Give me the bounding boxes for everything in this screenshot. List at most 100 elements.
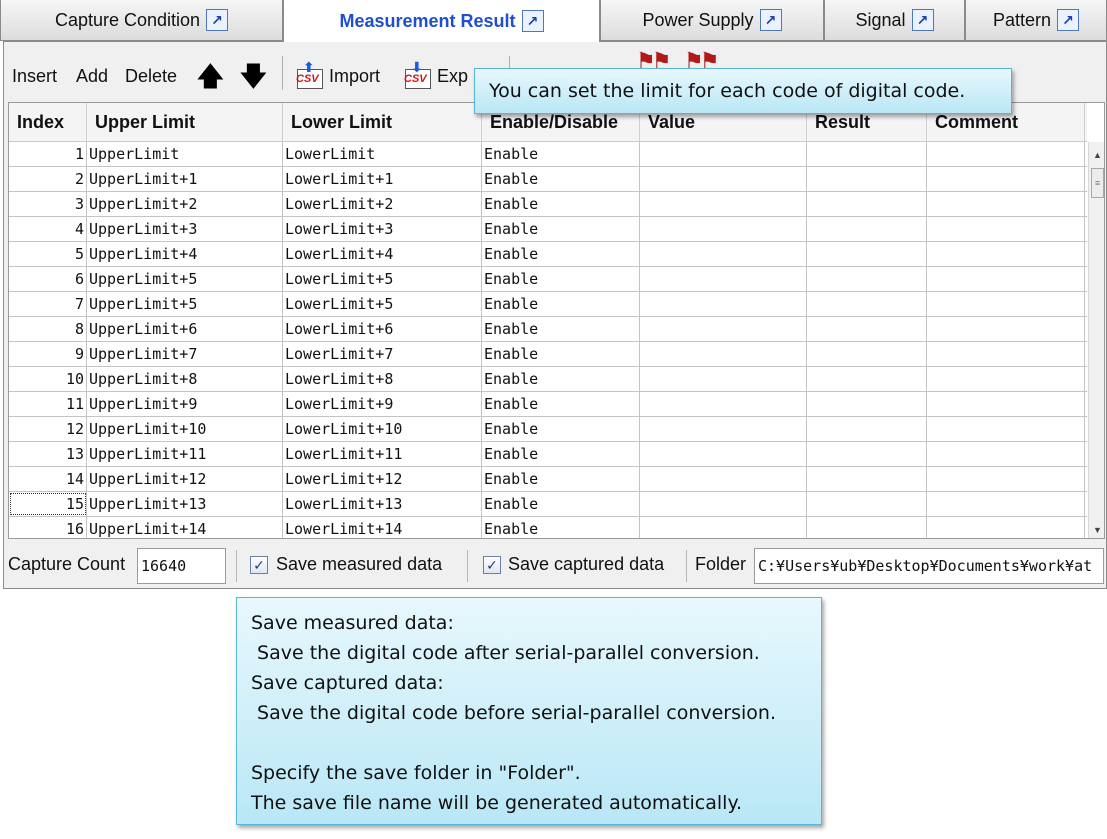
cell-upper-limit[interactable]: UpperLimit+5 — [87, 292, 283, 316]
cell-comment[interactable] — [927, 417, 1085, 441]
cell-enable-disable[interactable]: Enable — [482, 342, 640, 366]
cell-result[interactable] — [807, 192, 927, 216]
cell-upper-limit[interactable]: UpperLimit+11 — [87, 442, 283, 466]
cell-comment[interactable] — [927, 342, 1085, 366]
cell-index[interactable]: 7 — [9, 292, 87, 316]
cell-index[interactable]: 9 — [9, 342, 87, 366]
cell-enable-disable[interactable]: Enable — [482, 267, 640, 291]
cell-enable-disable[interactable]: Enable — [482, 167, 640, 191]
cell-comment[interactable] — [927, 142, 1085, 166]
cell-result[interactable] — [807, 267, 927, 291]
table-row[interactable]: 5 UpperLimit+4 LowerLimit+4 Enable — [9, 242, 1087, 267]
table-row[interactable]: 10 UpperLimit+8 LowerLimit+8 Enable — [9, 367, 1087, 392]
column-header-upper-limit[interactable]: Upper Limit — [87, 103, 283, 142]
cell-enable-disable[interactable]: Enable — [482, 367, 640, 391]
cell-enable-disable[interactable]: Enable — [482, 492, 640, 516]
delete-button[interactable]: Delete — [125, 62, 177, 90]
cell-upper-limit[interactable]: UpperLimit+12 — [87, 467, 283, 491]
cell-index[interactable]: 3 — [9, 192, 87, 216]
table-row[interactable]: 11 UpperLimit+9 LowerLimit+9 Enable — [9, 392, 1087, 417]
cell-index[interactable]: 14 — [9, 467, 87, 491]
cell-lower-limit[interactable]: LowerLimit+13 — [283, 492, 482, 516]
vertical-scrollbar[interactable]: ▲ ≡ ▼ — [1088, 142, 1104, 538]
table-row[interactable]: 15 UpperLimit+13 LowerLimit+13 Enable — [9, 492, 1087, 517]
cell-upper-limit[interactable]: UpperLimit+8 — [87, 367, 283, 391]
cell-lower-limit[interactable]: LowerLimit+14 — [283, 517, 482, 538]
cell-lower-limit[interactable]: LowerLimit+8 — [283, 367, 482, 391]
cell-result[interactable] — [807, 317, 927, 341]
cell-index[interactable]: 6 — [9, 267, 87, 291]
cell-comment[interactable] — [927, 292, 1085, 316]
scroll-up-icon[interactable]: ▲ — [1089, 146, 1104, 163]
cell-enable-disable[interactable]: Enable — [482, 467, 640, 491]
cell-result[interactable] — [807, 442, 927, 466]
cell-value[interactable] — [640, 142, 807, 166]
cell-index[interactable]: 11 — [9, 392, 87, 416]
popout-icon[interactable]: ↗ — [911, 9, 934, 31]
cell-lower-limit[interactable]: LowerLimit+6 — [283, 317, 482, 341]
cell-upper-limit[interactable]: UpperLimit+6 — [87, 317, 283, 341]
cell-result[interactable] — [807, 367, 927, 391]
cell-value[interactable] — [640, 317, 807, 341]
cell-comment[interactable] — [927, 367, 1085, 391]
cell-result[interactable] — [807, 467, 927, 491]
cell-upper-limit[interactable]: UpperLimit+13 — [87, 492, 283, 516]
cell-lower-limit[interactable]: LowerLimit+5 — [283, 292, 482, 316]
column-header-lower-limit[interactable]: Lower Limit — [283, 103, 482, 142]
cell-upper-limit[interactable]: UpperLimit+9 — [87, 392, 283, 416]
cell-result[interactable] — [807, 167, 927, 191]
cell-result[interactable] — [807, 517, 927, 538]
save-measured-checkbox[interactable]: ✓ — [250, 556, 268, 574]
cell-comment[interactable] — [927, 467, 1085, 491]
cell-result[interactable] — [807, 142, 927, 166]
popout-icon[interactable]: ↗ — [759, 9, 782, 31]
cell-index[interactable]: 8 — [9, 317, 87, 341]
import-csv-button[interactable]: CSV ⬆ Import — [295, 59, 380, 90]
cell-index[interactable]: 15 — [9, 492, 87, 516]
tab-capture-condition[interactable]: Capture Condition ↗ — [0, 0, 283, 41]
table-row[interactable]: 7 UpperLimit+5 LowerLimit+5 Enable — [9, 292, 1087, 317]
cell-result[interactable] — [807, 292, 927, 316]
cell-enable-disable[interactable]: Enable — [482, 392, 640, 416]
column-header-index[interactable]: Index — [9, 103, 87, 142]
tab-measurement-result[interactable]: Measurement Result ↗ — [283, 0, 600, 42]
cell-upper-limit[interactable]: UpperLimit+10 — [87, 417, 283, 441]
cell-comment[interactable] — [927, 317, 1085, 341]
table-row[interactable]: 14 UpperLimit+12 LowerLimit+12 Enable — [9, 467, 1087, 492]
scroll-thumb[interactable]: ≡ — [1091, 168, 1104, 198]
move-down-button[interactable]: 🡇 — [240, 62, 267, 90]
cell-lower-limit[interactable]: LowerLimit+7 — [283, 342, 482, 366]
cell-index[interactable]: 5 — [9, 242, 87, 266]
cell-upper-limit[interactable]: UpperLimit+1 — [87, 167, 283, 191]
cell-index[interactable]: 10 — [9, 367, 87, 391]
cell-value[interactable] — [640, 167, 807, 191]
table-row[interactable]: 12 UpperLimit+10 LowerLimit+10 Enable — [9, 417, 1087, 442]
cell-comment[interactable] — [927, 192, 1085, 216]
cell-result[interactable] — [807, 417, 927, 441]
cell-index[interactable]: 12 — [9, 417, 87, 441]
popout-icon[interactable]: ↗ — [206, 9, 229, 31]
export-csv-button[interactable]: CSV ⬇ Exp — [403, 59, 468, 90]
cell-result[interactable] — [807, 392, 927, 416]
cell-enable-disable[interactable]: Enable — [482, 217, 640, 241]
cell-enable-disable[interactable]: Enable — [482, 192, 640, 216]
scroll-down-icon[interactable]: ▼ — [1089, 521, 1104, 538]
table-row[interactable]: 6 UpperLimit+5 LowerLimit+5 Enable — [9, 267, 1087, 292]
cell-comment[interactable] — [927, 392, 1085, 416]
capture-count-input[interactable]: 16640 — [137, 548, 226, 584]
popout-icon[interactable]: ↗ — [1057, 9, 1080, 31]
tab-signal[interactable]: Signal ↗ — [824, 0, 965, 41]
cell-value[interactable] — [640, 517, 807, 538]
insert-button[interactable]: Insert — [12, 62, 57, 90]
cell-lower-limit[interactable]: LowerLimit+5 — [283, 267, 482, 291]
cell-enable-disable[interactable]: Enable — [482, 292, 640, 316]
cell-enable-disable[interactable]: Enable — [482, 442, 640, 466]
add-button[interactable]: Add — [76, 62, 108, 90]
cell-lower-limit[interactable]: LowerLimit+11 — [283, 442, 482, 466]
cell-comment[interactable] — [927, 442, 1085, 466]
cell-enable-disable[interactable]: Enable — [482, 317, 640, 341]
cell-enable-disable[interactable]: Enable — [482, 517, 640, 538]
cell-upper-limit[interactable]: UpperLimit+3 — [87, 217, 283, 241]
table-row[interactable]: 9 UpperLimit+7 LowerLimit+7 Enable — [9, 342, 1087, 367]
table-row[interactable]: 13 UpperLimit+11 LowerLimit+11 Enable — [9, 442, 1087, 467]
